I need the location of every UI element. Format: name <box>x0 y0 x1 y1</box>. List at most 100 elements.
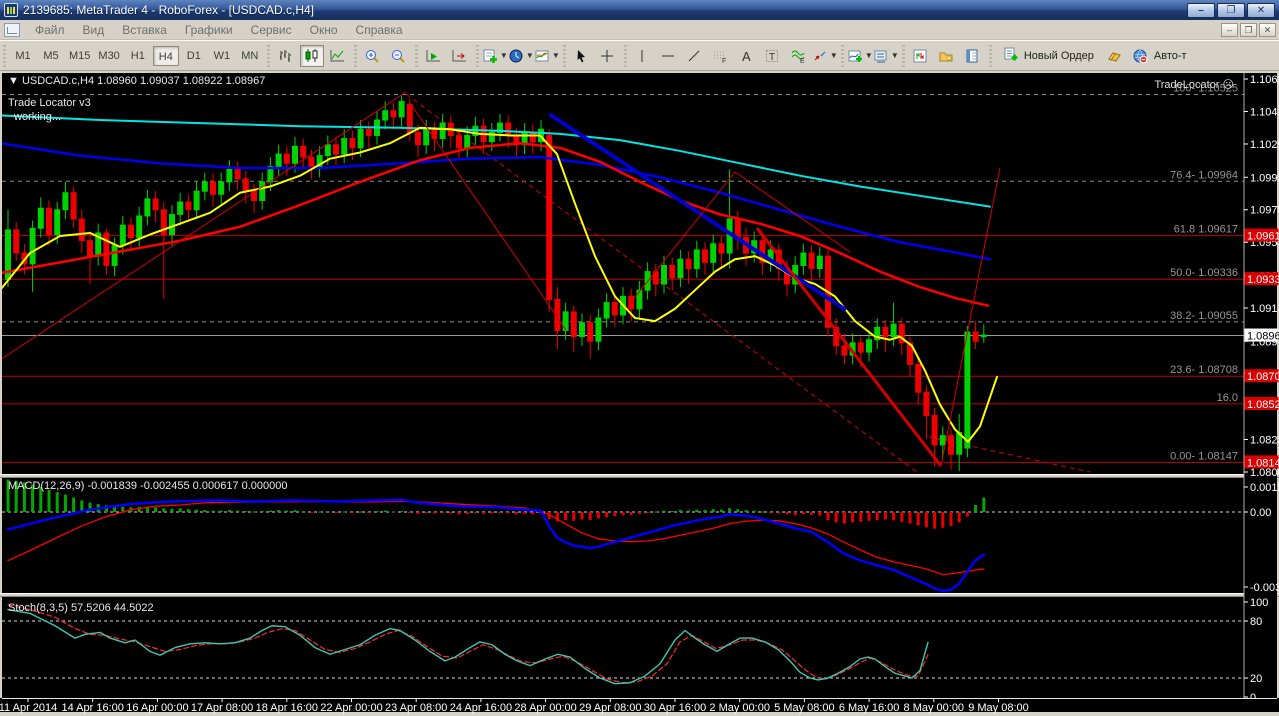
arrows-button[interactable]: ▼ <box>813 45 838 67</box>
menu-item-вид[interactable]: Вид <box>74 21 114 39</box>
macd-hist-bar <box>719 509 723 512</box>
text-label-button[interactable]: T <box>761 45 785 67</box>
gold-button[interactable] <box>1103 45 1127 67</box>
timeframe-m15-button[interactable]: M15 <box>66 46 93 66</box>
expert-advisors-button[interactable] <box>909 45 933 67</box>
mdi-restore-button[interactable]: ❐ <box>1240 22 1257 37</box>
macd-hist-bar <box>465 512 469 514</box>
zoom-out-button[interactable] <box>387 45 411 67</box>
fib-label: 50.0- 1.09336 <box>1170 267 1238 279</box>
mdi-close-button[interactable]: ✕ <box>1259 22 1276 37</box>
menu-item-справка[interactable]: Справка <box>347 21 412 39</box>
svg-text:T: T <box>769 52 775 63</box>
cursor-button[interactable] <box>570 45 594 67</box>
macd-hist-bar <box>375 511 379 513</box>
price-badge-text: 1.09613 <box>1247 231 1279 243</box>
terminal-button[interactable] <box>961 45 985 67</box>
autotrading-button[interactable] <box>1129 45 1153 67</box>
new-order-button[interactable]: Новый Ордер <box>997 45 1100 67</box>
timeframe-m5-button[interactable]: M5 <box>38 46 64 66</box>
macd-hist-bar <box>260 511 264 513</box>
expert-advisors-icon <box>912 48 929 64</box>
window-title: 2139685: MetaTrader 4 - RoboForex - [USD… <box>23 3 315 17</box>
new-chart-button[interactable]: ▼ <box>483 45 508 67</box>
auto-scroll-button[interactable] <box>422 45 446 67</box>
macd-hist-bar <box>875 512 879 521</box>
menu-item-графики[interactable]: Графики <box>176 21 242 39</box>
macd-hist-bar <box>621 512 625 516</box>
timeframe-mn-button[interactable]: MN <box>237 46 263 66</box>
macd-hist-bar <box>268 510 272 512</box>
chart-canvas[interactable]: 100- 1.1052576.4- 1.0996461.8 1.0961750.… <box>0 71 1279 716</box>
macd-hist-bar <box>818 512 822 516</box>
crosshair-button[interactable] <box>596 45 620 67</box>
close-button[interactable]: ✕ <box>1247 2 1275 18</box>
macd-hist-bar <box>195 509 199 512</box>
toolbar-separator <box>838 44 846 67</box>
menu-item-сервис[interactable]: Сервис <box>242 21 301 39</box>
macd-hist-bar <box>400 511 404 513</box>
menu-item-файл[interactable]: Файл <box>26 21 74 39</box>
periods-button[interactable]: ▼ <box>874 45 899 67</box>
horizontal-line-button[interactable] <box>657 45 681 67</box>
templates-button[interactable]: ▼ <box>535 45 560 67</box>
line-chart-button[interactable] <box>326 45 350 67</box>
timeframe-m30-button[interactable]: M30 <box>95 46 122 66</box>
minimize-button[interactable]: – <box>1187 2 1215 18</box>
timeframe-h1-button[interactable]: H1 <box>125 46 151 66</box>
candlestick-button[interactable] <box>299 44 324 67</box>
mdi-minimize-button[interactable]: – <box>1221 22 1238 37</box>
shapes-button[interactable]: E <box>787 45 811 67</box>
toolbar-separator <box>986 44 994 67</box>
timeframe-d1-button[interactable]: D1 <box>181 46 207 66</box>
chevron-down-icon[interactable]: ▼ <box>865 51 873 60</box>
vertical-line-button[interactable] <box>631 45 655 67</box>
zoom-out-icon <box>390 48 407 64</box>
terminal-icon <box>964 48 981 64</box>
macd-hist-bar <box>309 512 313 513</box>
chevron-down-icon[interactable]: ▼ <box>526 51 534 60</box>
timeframe-h4-button[interactable]: H4 <box>152 45 179 66</box>
fibonacci-button[interactable]: F <box>709 45 733 67</box>
timeframe-w1-button[interactable]: W1 <box>209 46 235 66</box>
chevron-down-icon[interactable]: ▼ <box>830 51 838 60</box>
macd-hist-bar <box>957 512 961 523</box>
timeframe-m1-button[interactable]: M1 <box>10 46 36 66</box>
text-button[interactable]: A <box>735 45 759 67</box>
favorites-button[interactable] <box>935 45 959 67</box>
svg-text:E: E <box>800 58 805 64</box>
menu-item-окно[interactable]: Окно <box>301 21 347 39</box>
toolbar-separator <box>351 44 359 67</box>
chevron-down-icon[interactable]: ▼ <box>891 51 899 60</box>
zoom-in-button[interactable] <box>361 45 385 67</box>
fib-label: 0.00- 1.08147 <box>1170 450 1238 462</box>
macd-hist-bar <box>285 510 289 512</box>
time-axis-label: 8 May 00:00 <box>904 702 965 714</box>
macd-hist-bar <box>72 497 76 512</box>
macd-hist-bar <box>383 510 387 512</box>
time-axis-label: 29 Apr 08:00 <box>579 702 641 714</box>
macd-hist-bar <box>178 508 182 512</box>
chevron-down-icon[interactable]: ▼ <box>500 51 508 60</box>
bar-chart-button[interactable] <box>274 45 298 67</box>
macd-hist-bar <box>514 512 518 515</box>
restore-button[interactable]: ❐ <box>1217 2 1245 18</box>
chart-shift-button[interactable] <box>448 45 472 67</box>
time-axis-label: 5 May 08:00 <box>774 702 835 714</box>
profiles-button[interactable]: ▼ <box>509 45 534 67</box>
bar-chart-icon <box>277 48 294 64</box>
text-label-icon: T <box>764 48 781 64</box>
price-tick-label: 1.10625 <box>1250 74 1279 86</box>
menu-item-вставка[interactable]: Вставка <box>113 21 176 39</box>
chart-menu-icon[interactable] <box>4 22 20 37</box>
candlestick-icon <box>303 48 320 64</box>
chevron-down-icon[interactable]: ▼ <box>552 51 560 60</box>
trendline-button[interactable] <box>683 45 707 67</box>
macd-hist-bar <box>277 510 281 512</box>
toolbar-separator <box>264 44 272 67</box>
macd-hist-bar <box>55 492 59 512</box>
indicators-button[interactable]: ▼ <box>848 45 873 67</box>
trade-locator-text: Trade Locator v3 <box>8 97 91 109</box>
macd-hist-bar <box>892 512 896 521</box>
price-tick-label: 1.10415 <box>1250 106 1279 118</box>
